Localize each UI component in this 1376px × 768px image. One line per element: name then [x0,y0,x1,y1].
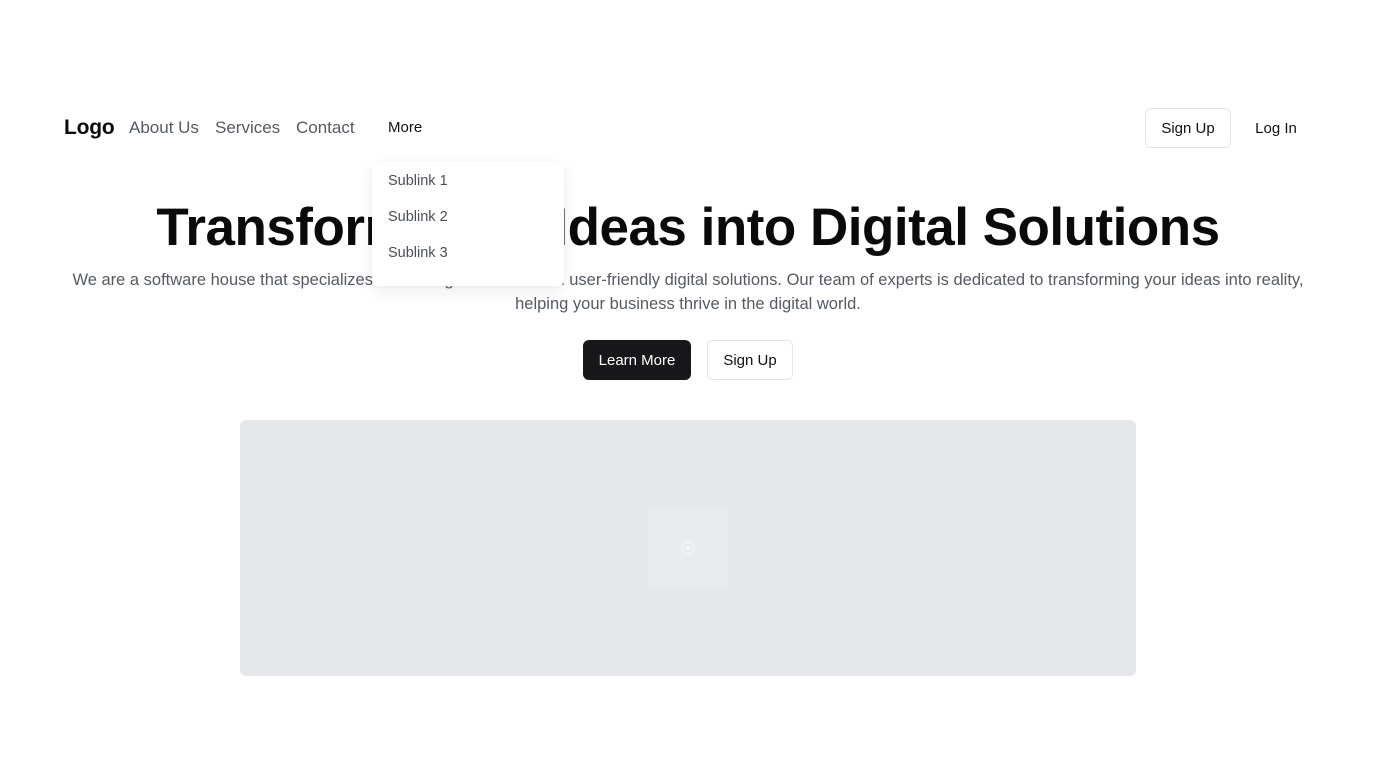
hero-title: Transform Your Ideas into Digital Soluti… [156,198,1220,257]
top-navigation: Logo About Us Services Contact More Sign… [0,104,1376,152]
dropdown-item-sublink-3[interactable]: Sublink 3 [388,245,448,261]
hero-signup-button[interactable]: Sign Up [707,340,793,380]
nav-login-button[interactable]: Log In [1240,108,1312,148]
hero-description: We are a software house that specializes… [72,271,1304,313]
image-frame [648,508,728,588]
page: Logo About Us Services Contact More Sign… [0,0,1376,768]
nav-more-menu[interactable]: More [388,119,422,136]
nav-link-about-us[interactable]: About Us [129,118,199,138]
learn-more-button[interactable]: Learn More [583,340,691,380]
dropdown-item-sublink-2[interactable]: Sublink 2 [388,209,448,225]
hero-image-placeholder [240,420,1136,676]
nav-signup-button[interactable]: Sign Up [1145,108,1231,148]
nav-link-services[interactable]: Services [215,118,280,138]
more-dropdown-menu: Sublink 1 Sublink 2 Sublink 3 [372,162,564,286]
image-placeholder-icon [681,541,695,555]
logo[interactable]: Logo [64,116,115,140]
nav-link-contact[interactable]: Contact [296,118,355,138]
dropdown-item-sublink-1[interactable]: Sublink 1 [388,173,448,189]
